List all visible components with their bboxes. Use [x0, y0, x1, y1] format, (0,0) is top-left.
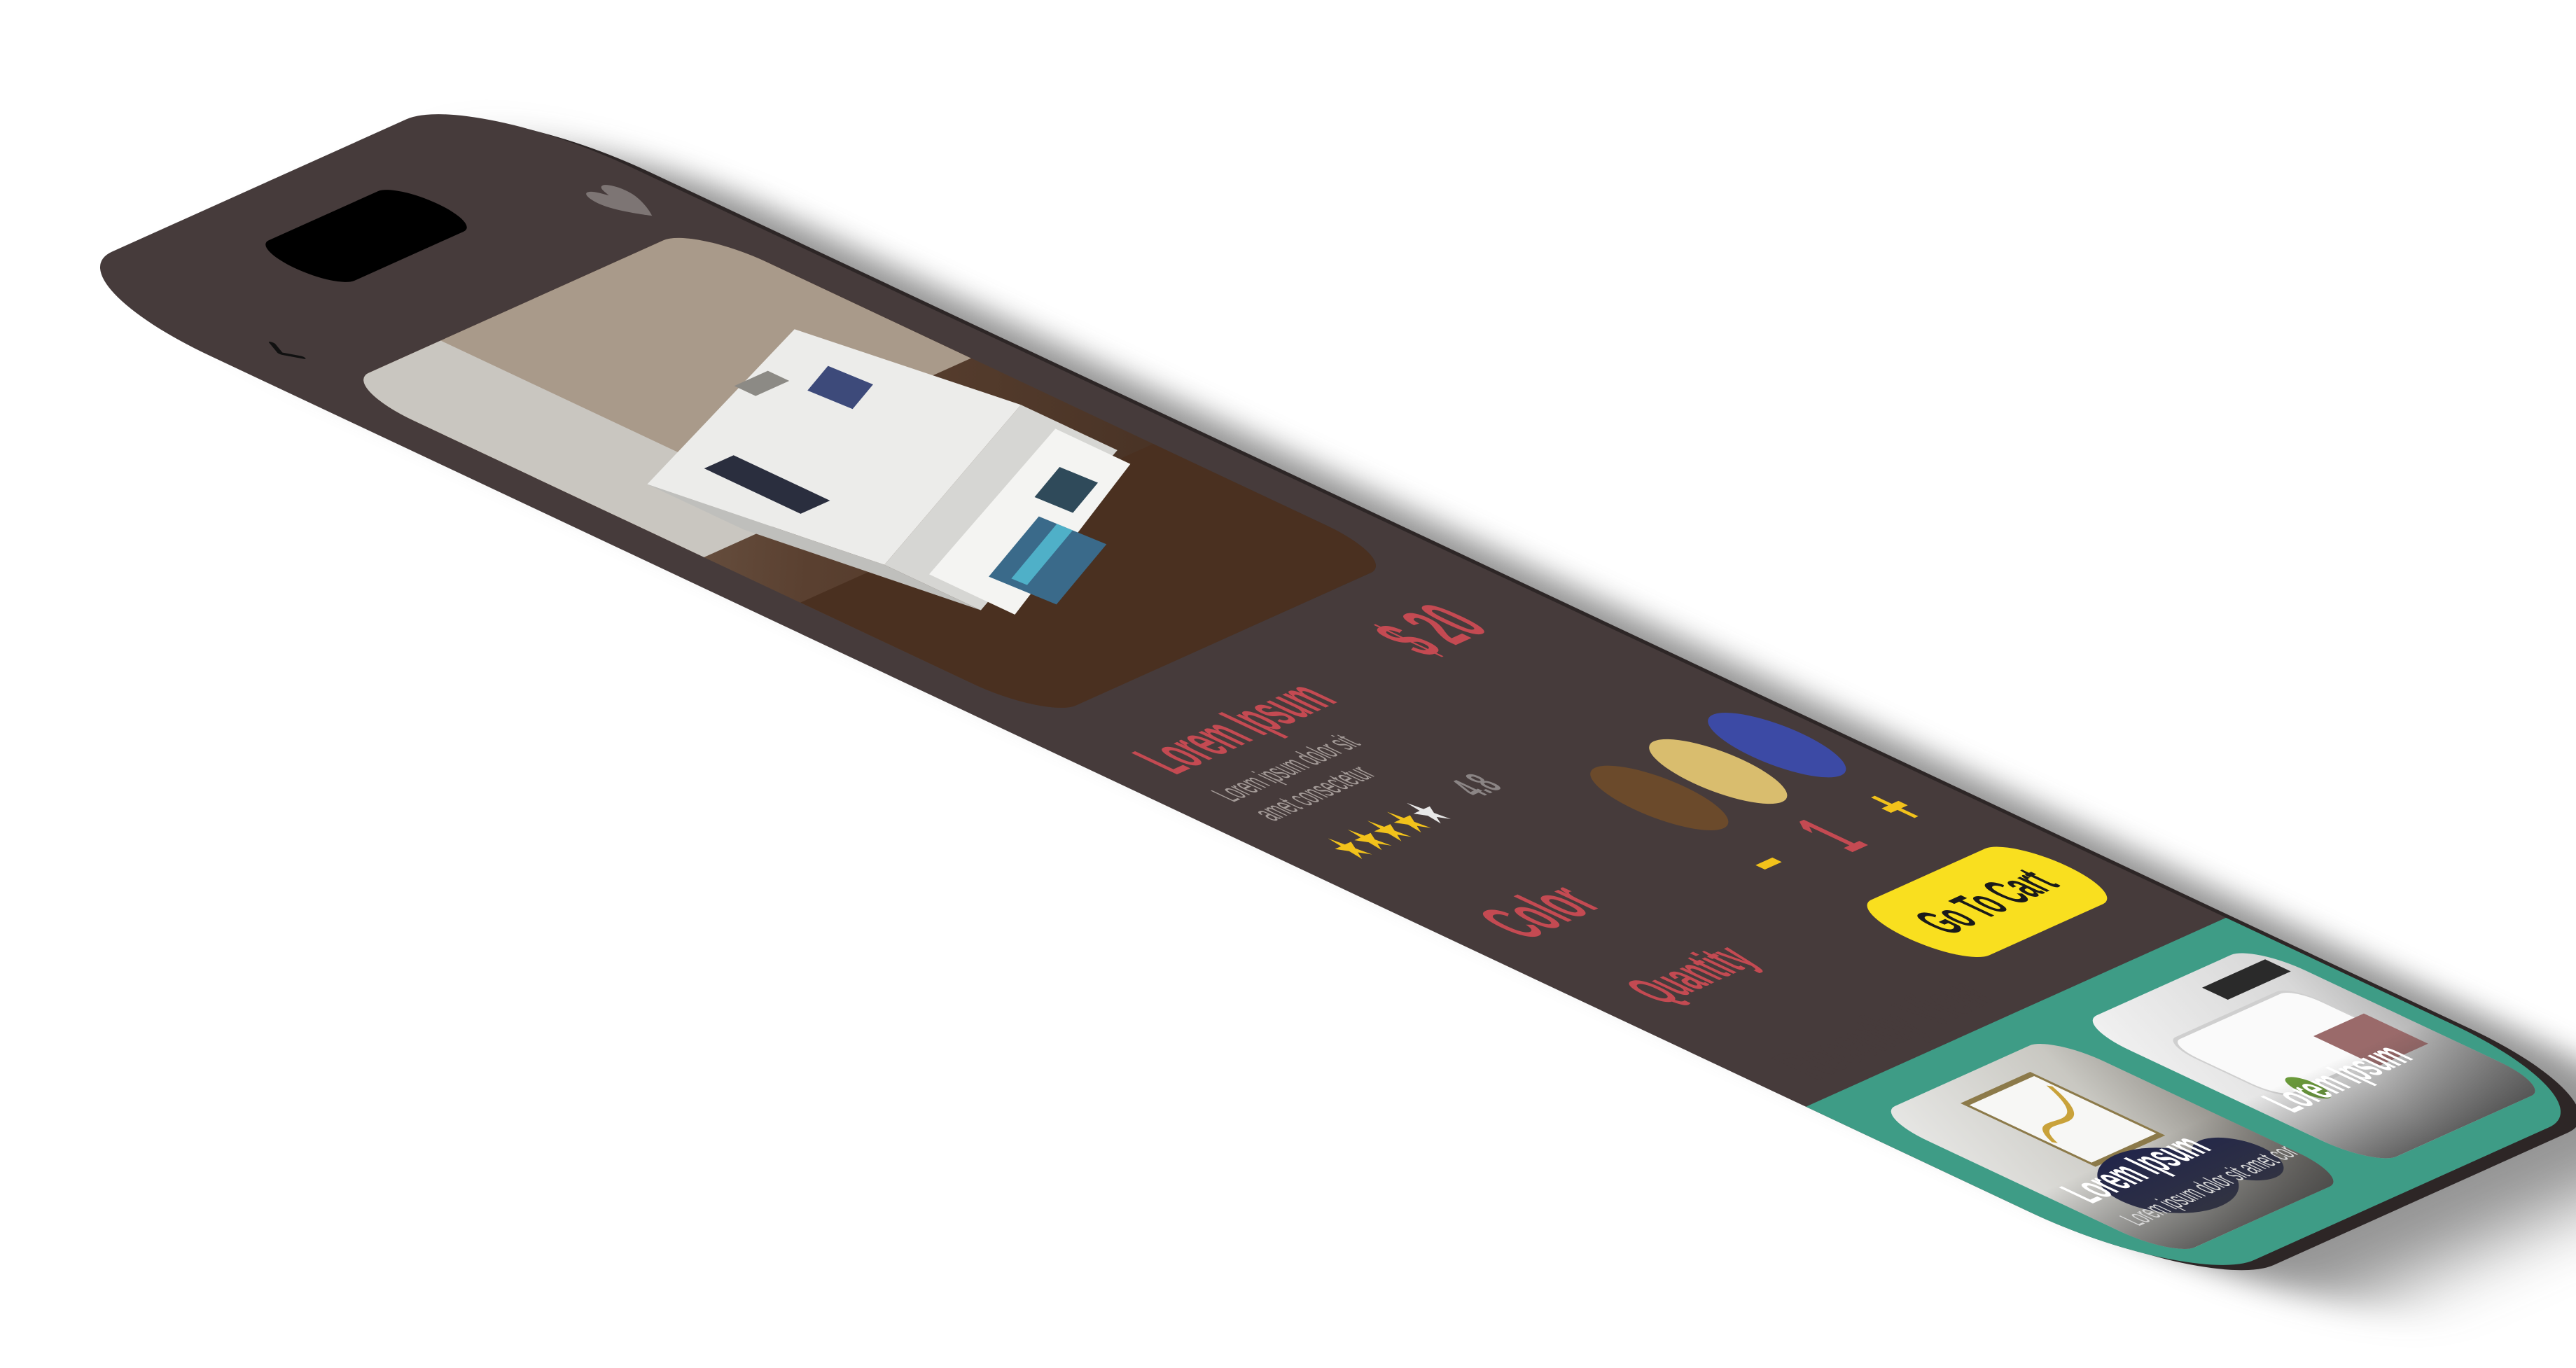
go-to-cart-button[interactable]: Go To Cart [1848, 838, 2126, 966]
rating-value: 4.8 [1438, 768, 1514, 803]
quantity-decrease-button[interactable]: − [1709, 836, 1827, 891]
quantity-increase-button[interactable]: + [1835, 779, 1954, 835]
stage: Lorem Ipsum Lorem ipsum dolor sit amet c… [0, 0, 2576, 1368]
product-image [340, 227, 1400, 719]
heart-icon[interactable] [560, 173, 679, 228]
star-rating: ★★★★★ [1308, 793, 1468, 867]
quantity-label: Quantity [1609, 936, 1772, 1012]
color-label: Color [1458, 874, 1620, 949]
chevron-left-icon[interactable] [254, 338, 314, 366]
dynamic-island [251, 183, 481, 288]
quantity-value: 1 [1773, 808, 1888, 862]
device-mockup: Lorem Ipsum Lorem ipsum dolor sit amet c… [49, 91, 2576, 1322]
phone-screen: Lorem Ipsum Lorem ipsum dolor sit amet c… [49, 91, 2576, 1288]
product-price: $ 20 [1351, 593, 1510, 666]
